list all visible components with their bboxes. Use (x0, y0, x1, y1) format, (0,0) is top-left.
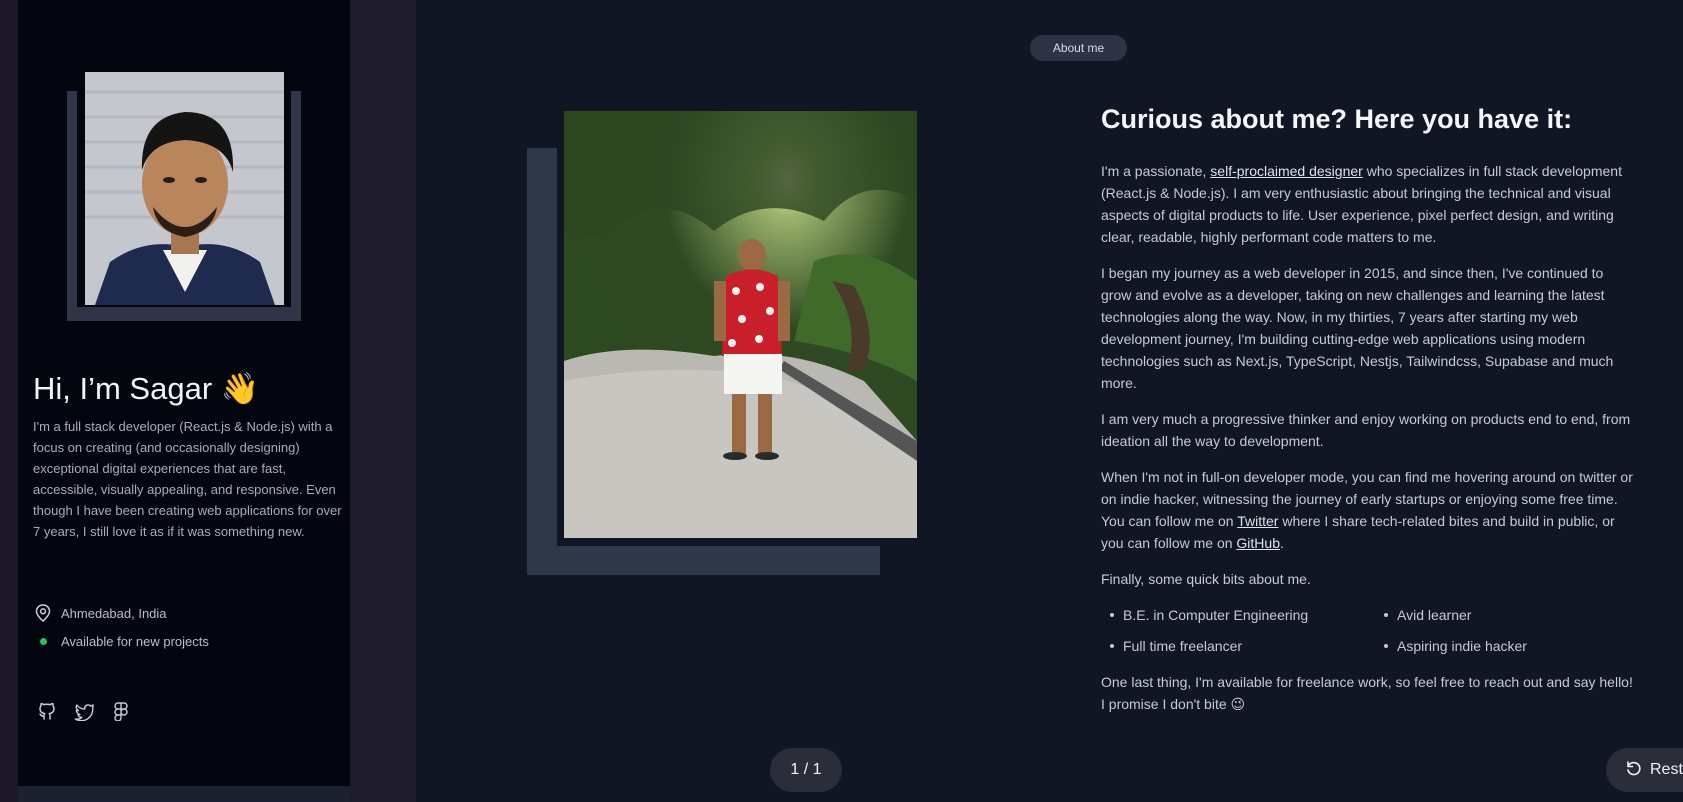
twitter-link[interactable]: Twitter (1237, 513, 1278, 529)
sidebar-scroll-edge (18, 786, 350, 802)
availability-text: Available for new projects (61, 633, 209, 649)
section-label-pill: About me (1030, 35, 1127, 61)
self-proclaimed-designer-link[interactable]: self-proclaimed designer (1210, 163, 1363, 179)
paragraph-thinker: I am very much a progressive thinker and… (1101, 411, 1631, 449)
list-item: B.E. in Computer Engineering (1101, 604, 1375, 626)
figma-icon[interactable] (111, 701, 131, 722)
greeting-heading: Hi, I’m Sagar 👋 (33, 371, 260, 406)
paragraph-free-time: When I'm not in full-on developer mode, … (1101, 469, 1633, 551)
map-pin-icon (33, 603, 53, 623)
paragraph-journey: I began my journey as a web developer in… (1101, 265, 1614, 391)
meta-list: Ahmedabad, India Available for new proje… (33, 603, 209, 659)
restore-button[interactable]: Rest (1606, 748, 1683, 792)
location-text: Ahmedabad, India (61, 605, 167, 621)
about-content: I'm a passionate, self-proclaimed design… (1101, 160, 1636, 729)
list-item: Full time freelancer (1101, 635, 1375, 657)
about-heading: Curious about me? Here you have it: (1101, 104, 1573, 134)
portrait-photo (564, 111, 917, 538)
paragraph-freelance: One last thing, I'm available for freela… (1101, 674, 1633, 712)
quick-bits-list: B.E. in Computer Engineering Avid learne… (1101, 604, 1636, 657)
twitter-icon[interactable] (74, 701, 94, 722)
wave-emoji: 👋 (220, 371, 260, 406)
bio-text: I'm a full stack developer (React.js & N… (33, 419, 342, 539)
availability-row: Available for new projects (33, 631, 209, 651)
github-icon[interactable] (37, 701, 57, 721)
paragraph-intro: I'm a passionate, self-proclaimed design… (1101, 163, 1622, 245)
location-row: Ahmedabad, India (33, 603, 209, 623)
github-link[interactable]: GitHub (1236, 535, 1280, 551)
gutter (350, 0, 416, 802)
social-links (37, 701, 131, 722)
list-item: Avid learner (1375, 604, 1615, 626)
status-dot (33, 631, 53, 651)
page-indicator: 1 / 1 (770, 748, 842, 792)
paragraph-quick-bits: Finally, some quick bits about me. (1101, 571, 1311, 587)
restore-label: Rest (1650, 761, 1683, 778)
avatar (85, 72, 284, 305)
left-edge (0, 0, 18, 802)
list-item: Aspiring indie hacker (1375, 635, 1615, 657)
undo-icon (1624, 759, 1642, 782)
